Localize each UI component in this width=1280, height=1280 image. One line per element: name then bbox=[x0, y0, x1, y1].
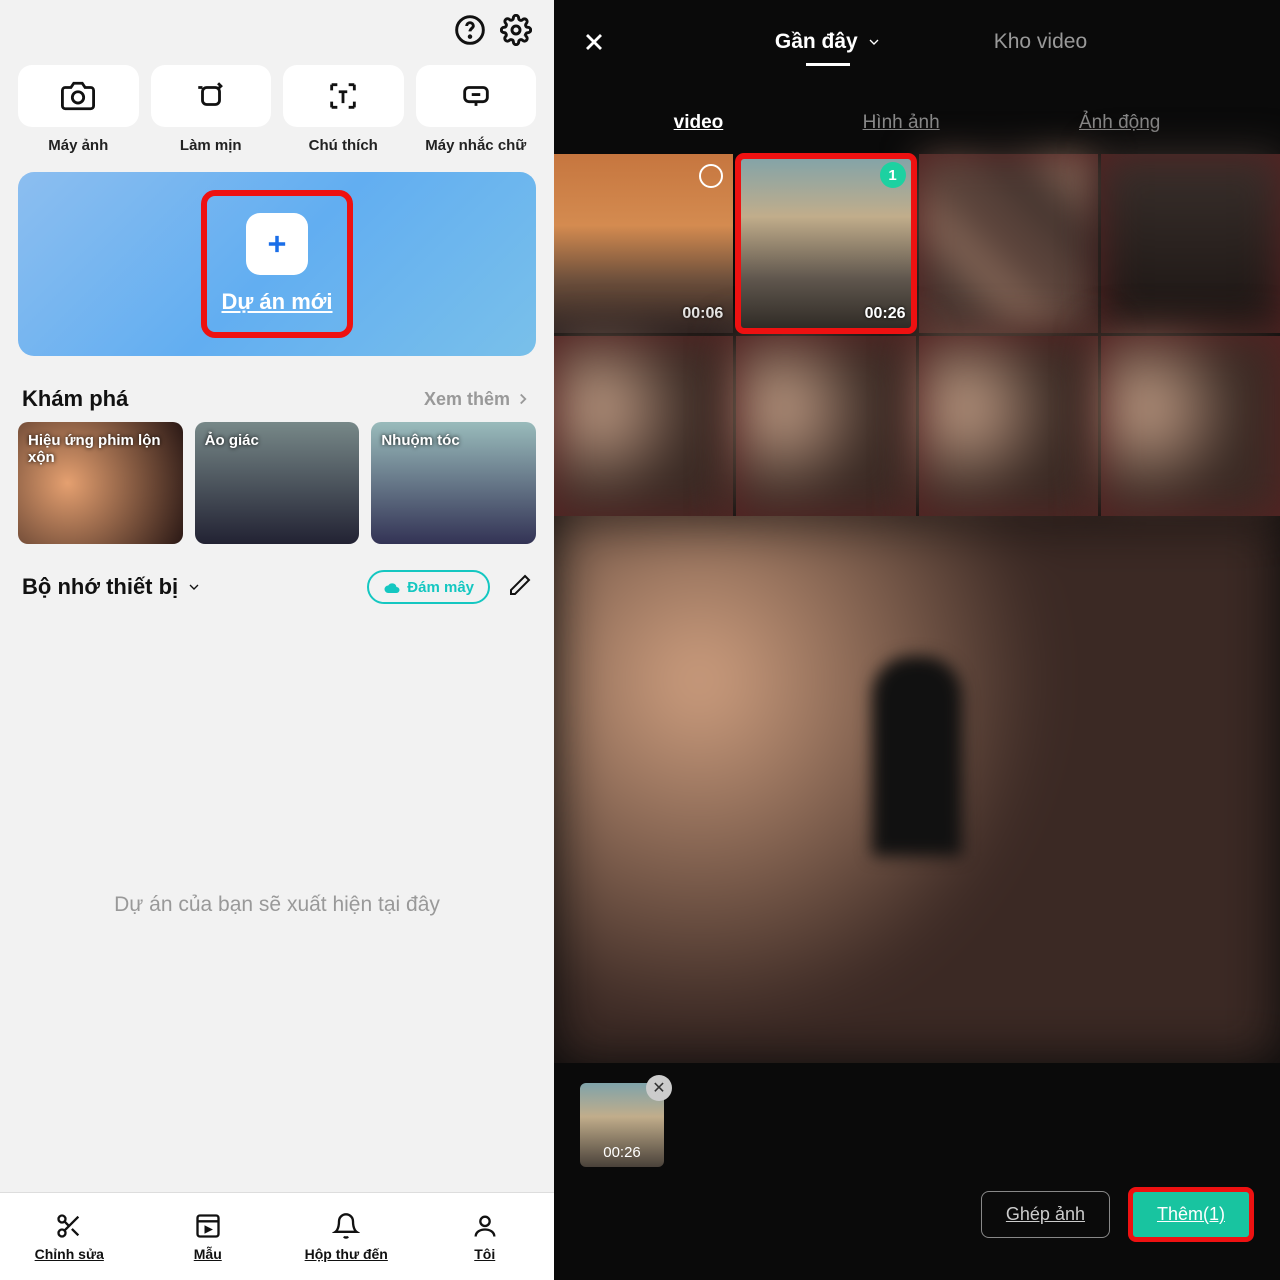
discover-row: Hiệu ứng phim lộn xộn Ảo giác Nhuộm tóc bbox=[0, 422, 554, 544]
discover-card[interactable]: Ảo giác bbox=[195, 422, 360, 544]
cloud-icon bbox=[383, 578, 401, 596]
nav-inbox[interactable]: Hộp thư đến bbox=[277, 1193, 416, 1280]
chevron-down-icon bbox=[186, 579, 202, 595]
media-tab-gif[interactable]: Ảnh động bbox=[1079, 112, 1160, 134]
new-project-button[interactable]: Dự án mới bbox=[18, 172, 536, 356]
bell-icon bbox=[332, 1212, 360, 1240]
discover-title: Khám phá bbox=[22, 386, 128, 412]
storage-title[interactable]: Bộ nhớ thiết bị bbox=[22, 574, 202, 600]
remove-icon[interactable]: ✕ bbox=[646, 1075, 672, 1101]
selection-strip: ✕ 00:26 bbox=[554, 1063, 1280, 1187]
tool-label: Làm mịn bbox=[180, 137, 242, 154]
top-icons bbox=[0, 0, 554, 59]
tool-smooth[interactable]: Làm mịn bbox=[151, 65, 272, 154]
chevron-down-icon bbox=[866, 34, 882, 50]
user-icon bbox=[471, 1212, 499, 1240]
template-icon bbox=[194, 1212, 222, 1240]
see-more-link[interactable]: Xem thêm bbox=[424, 389, 532, 410]
empty-state: Dự án của bạn sẽ xuất hiện tại đây bbox=[0, 618, 554, 1192]
nav-template[interactable]: Mẫu bbox=[139, 1193, 278, 1280]
cloud-button[interactable]: Đám mây bbox=[367, 570, 490, 604]
tool-camera[interactable]: Máy ảnh bbox=[18, 65, 139, 154]
tool-label: Máy ảnh bbox=[48, 137, 108, 154]
media-picker-panel: Gần đây Kho video video Hình ảnh Ảnh độn… bbox=[554, 0, 1280, 1280]
blurred-grid-continuation[interactable] bbox=[554, 516, 1280, 1064]
selected-duration: 00:26 bbox=[603, 1144, 641, 1161]
merge-button[interactable]: Ghép ảnh bbox=[981, 1191, 1110, 1238]
tool-row: Máy ảnh Làm mịn Chú thích Máy nhắc chữ bbox=[0, 59, 554, 166]
thumb-duration: 00:06 bbox=[682, 305, 723, 323]
video-thumb[interactable] bbox=[736, 336, 915, 515]
tool-label: Chú thích bbox=[309, 137, 378, 154]
media-tab-image[interactable]: Hình ảnh bbox=[863, 112, 940, 134]
selection-badge: 1 bbox=[880, 162, 906, 188]
teleprompter-icon bbox=[459, 79, 493, 113]
close-icon[interactable] bbox=[580, 28, 608, 56]
settings-icon[interactable] bbox=[500, 14, 532, 51]
add-button[interactable]: Thêm(1) bbox=[1128, 1187, 1254, 1242]
highlight-box bbox=[201, 190, 353, 338]
caption-icon bbox=[326, 79, 360, 113]
selected-thumb[interactable]: ✕ 00:26 bbox=[580, 1083, 664, 1167]
tab-stock[interactable]: Kho video bbox=[994, 30, 1087, 54]
tool-label: Máy nhắc chữ bbox=[425, 137, 526, 154]
video-thumb[interactable] bbox=[919, 154, 1098, 333]
video-thumb[interactable] bbox=[1101, 154, 1280, 333]
video-thumb[interactable]: 00:06 bbox=[554, 154, 733, 333]
smooth-icon bbox=[194, 79, 228, 113]
thumb-grid: 00:06 1 00:26 bbox=[554, 154, 1280, 516]
video-thumb-selected[interactable]: 1 00:26 bbox=[736, 154, 915, 333]
discover-card[interactable]: Nhuộm tóc bbox=[371, 422, 536, 544]
camera-icon bbox=[61, 79, 95, 113]
bottom-nav: Chỉnh sửa Mẫu Hộp thư đến Tôi bbox=[0, 1192, 554, 1280]
nav-me[interactable]: Tôi bbox=[416, 1193, 555, 1280]
video-thumb[interactable] bbox=[554, 336, 733, 515]
tool-teleprompter[interactable]: Máy nhắc chữ bbox=[416, 65, 537, 154]
edit-icon[interactable] bbox=[508, 573, 532, 602]
media-tab-video[interactable]: video bbox=[674, 112, 724, 134]
video-thumb[interactable] bbox=[919, 336, 1098, 515]
chevron-right-icon bbox=[514, 390, 532, 408]
discover-card[interactable]: Hiệu ứng phim lộn xộn bbox=[18, 422, 183, 544]
select-radio[interactable] bbox=[699, 164, 723, 188]
video-thumb[interactable] bbox=[1101, 336, 1280, 515]
tool-caption[interactable]: Chú thích bbox=[283, 65, 404, 154]
nav-edit[interactable]: Chỉnh sửa bbox=[0, 1193, 139, 1280]
scissors-icon bbox=[55, 1212, 83, 1240]
tab-recent[interactable]: Gần đây bbox=[775, 30, 882, 54]
home-panel: Máy ảnh Làm mịn Chú thích Máy nhắc chữ D… bbox=[0, 0, 554, 1280]
thumb-duration: 00:26 bbox=[865, 305, 906, 323]
help-icon[interactable] bbox=[454, 14, 486, 51]
